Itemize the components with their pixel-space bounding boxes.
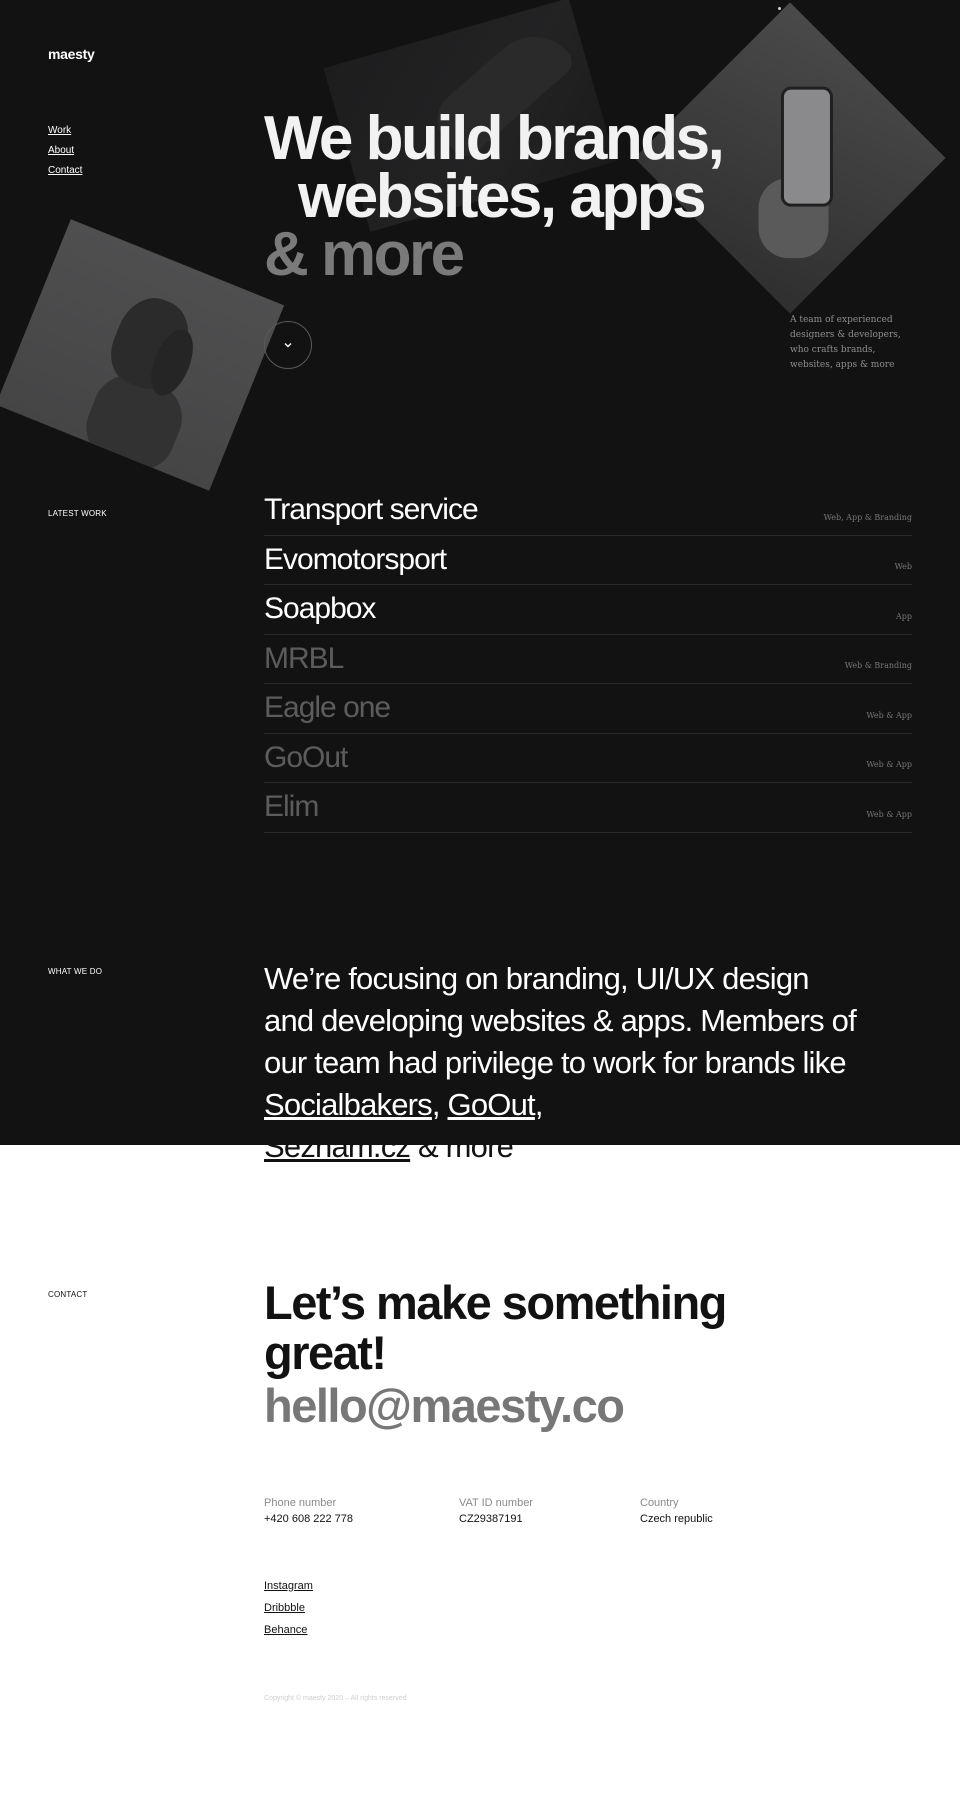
focus-text: We’re focusing on branding, UI/UX design… bbox=[264, 961, 857, 1080]
country-value: Czech republic bbox=[640, 1513, 713, 1525]
work-item-evomotorsport[interactable]: Evomotorsport Web bbox=[264, 536, 912, 585]
work-title: Eagle one bbox=[264, 691, 391, 725]
main-nav: Work About Contact bbox=[48, 121, 82, 181]
work-title: Transport service bbox=[264, 493, 479, 527]
focus-tail: & more bbox=[410, 1129, 514, 1164]
instagram-link[interactable]: Instagram bbox=[264, 1575, 313, 1597]
link-spendee[interactable]: Spendee bbox=[551, 1087, 670, 1122]
separator: , bbox=[534, 1087, 551, 1122]
decorative-dot bbox=[778, 7, 781, 10]
work-item-transport-service[interactable]: Transport service Web, App & Branding bbox=[264, 486, 912, 536]
vat-label: VAT ID number bbox=[459, 1497, 533, 1509]
link-goout[interactable]: GoOut bbox=[448, 1087, 536, 1122]
focus-statement: We’re focusing on branding, UI/UX design… bbox=[264, 958, 864, 1168]
work-item-goout[interactable]: GoOut Web & App bbox=[264, 734, 912, 783]
nav-contact[interactable]: Contact bbox=[48, 161, 82, 181]
work-title: MRBL bbox=[264, 641, 344, 675]
vat-info: VAT ID number CZ29387191 bbox=[459, 1495, 533, 1527]
link-apify[interactable]: APIFY bbox=[683, 1087, 765, 1122]
work-title: Soapbox bbox=[264, 592, 376, 626]
work-list: Transport service Web, App & Branding Ev… bbox=[264, 486, 912, 833]
work-tags: Web bbox=[894, 562, 912, 572]
email-link[interactable]: hello@maesty.co bbox=[264, 1378, 625, 1433]
contact-label: CONTACT bbox=[48, 1290, 88, 1299]
hero-line-2: websites, apps bbox=[298, 162, 707, 231]
phone-label: Phone number bbox=[264, 1497, 337, 1509]
work-title: Evomotorsport bbox=[264, 542, 447, 576]
nav-about[interactable]: About bbox=[48, 141, 82, 161]
work-tags: Web & App bbox=[866, 809, 912, 819]
link-seznam[interactable]: Seznam.cz bbox=[264, 1129, 411, 1164]
work-item-mrbl[interactable]: MRBL Web & Branding bbox=[264, 635, 912, 684]
work-item-soapbox[interactable]: Soapbox App bbox=[264, 585, 912, 635]
separator: , bbox=[669, 1087, 683, 1122]
work-tags: Web & Branding bbox=[844, 661, 912, 671]
dog-photo bbox=[0, 219, 285, 491]
hero-headline: We build brands, websites, apps & more bbox=[264, 104, 725, 289]
link-socialbakers[interactable]: Socialbakers bbox=[264, 1087, 433, 1122]
work-tags: Web & App bbox=[866, 710, 912, 720]
phone-info: Phone number +420 608 222 778 bbox=[264, 1495, 353, 1527]
vat-value: CZ29387191 bbox=[459, 1513, 523, 1525]
separator: , bbox=[764, 1087, 774, 1122]
work-item-eagle-one[interactable]: Eagle one Web & App bbox=[264, 684, 912, 734]
work-item-elim[interactable]: Elim Web & App bbox=[264, 783, 912, 833]
what-we-do-label: WHAT WE DO bbox=[48, 967, 103, 976]
scroll-down-button[interactable] bbox=[264, 321, 312, 369]
country-label: Country bbox=[640, 1497, 679, 1509]
social-links: Instagram Dribbble Behance bbox=[264, 1575, 313, 1641]
hero-description: A team of experienced designers & develo… bbox=[790, 315, 901, 370]
hero-line-3: & more bbox=[264, 220, 465, 289]
chevron-down-icon bbox=[284, 343, 292, 348]
behance-link[interactable]: Behance bbox=[264, 1619, 313, 1641]
work-title: GoOut bbox=[264, 740, 348, 774]
country-info: Country Czech republic bbox=[640, 1495, 713, 1527]
work-title: Elim bbox=[264, 790, 319, 824]
copyright: Copyright © maesty 2020 – All rights res… bbox=[264, 1695, 407, 1702]
nav-work[interactable]: Work bbox=[48, 121, 82, 141]
separator: , bbox=[431, 1087, 448, 1122]
latest-work-label: LATEST WORK bbox=[48, 509, 107, 518]
work-tags: App bbox=[895, 611, 912, 621]
logo[interactable]: maesty bbox=[48, 46, 95, 62]
cta-headline: Let’s make something great! bbox=[264, 1276, 727, 1379]
hero-line-1: We build brands, bbox=[264, 104, 725, 173]
dribbble-link[interactable]: Dribbble bbox=[264, 1597, 313, 1619]
work-tags: Web, App & Branding bbox=[823, 512, 912, 522]
phone-value: +420 608 222 778 bbox=[264, 1513, 354, 1525]
work-tags: Web & App bbox=[866, 760, 912, 770]
